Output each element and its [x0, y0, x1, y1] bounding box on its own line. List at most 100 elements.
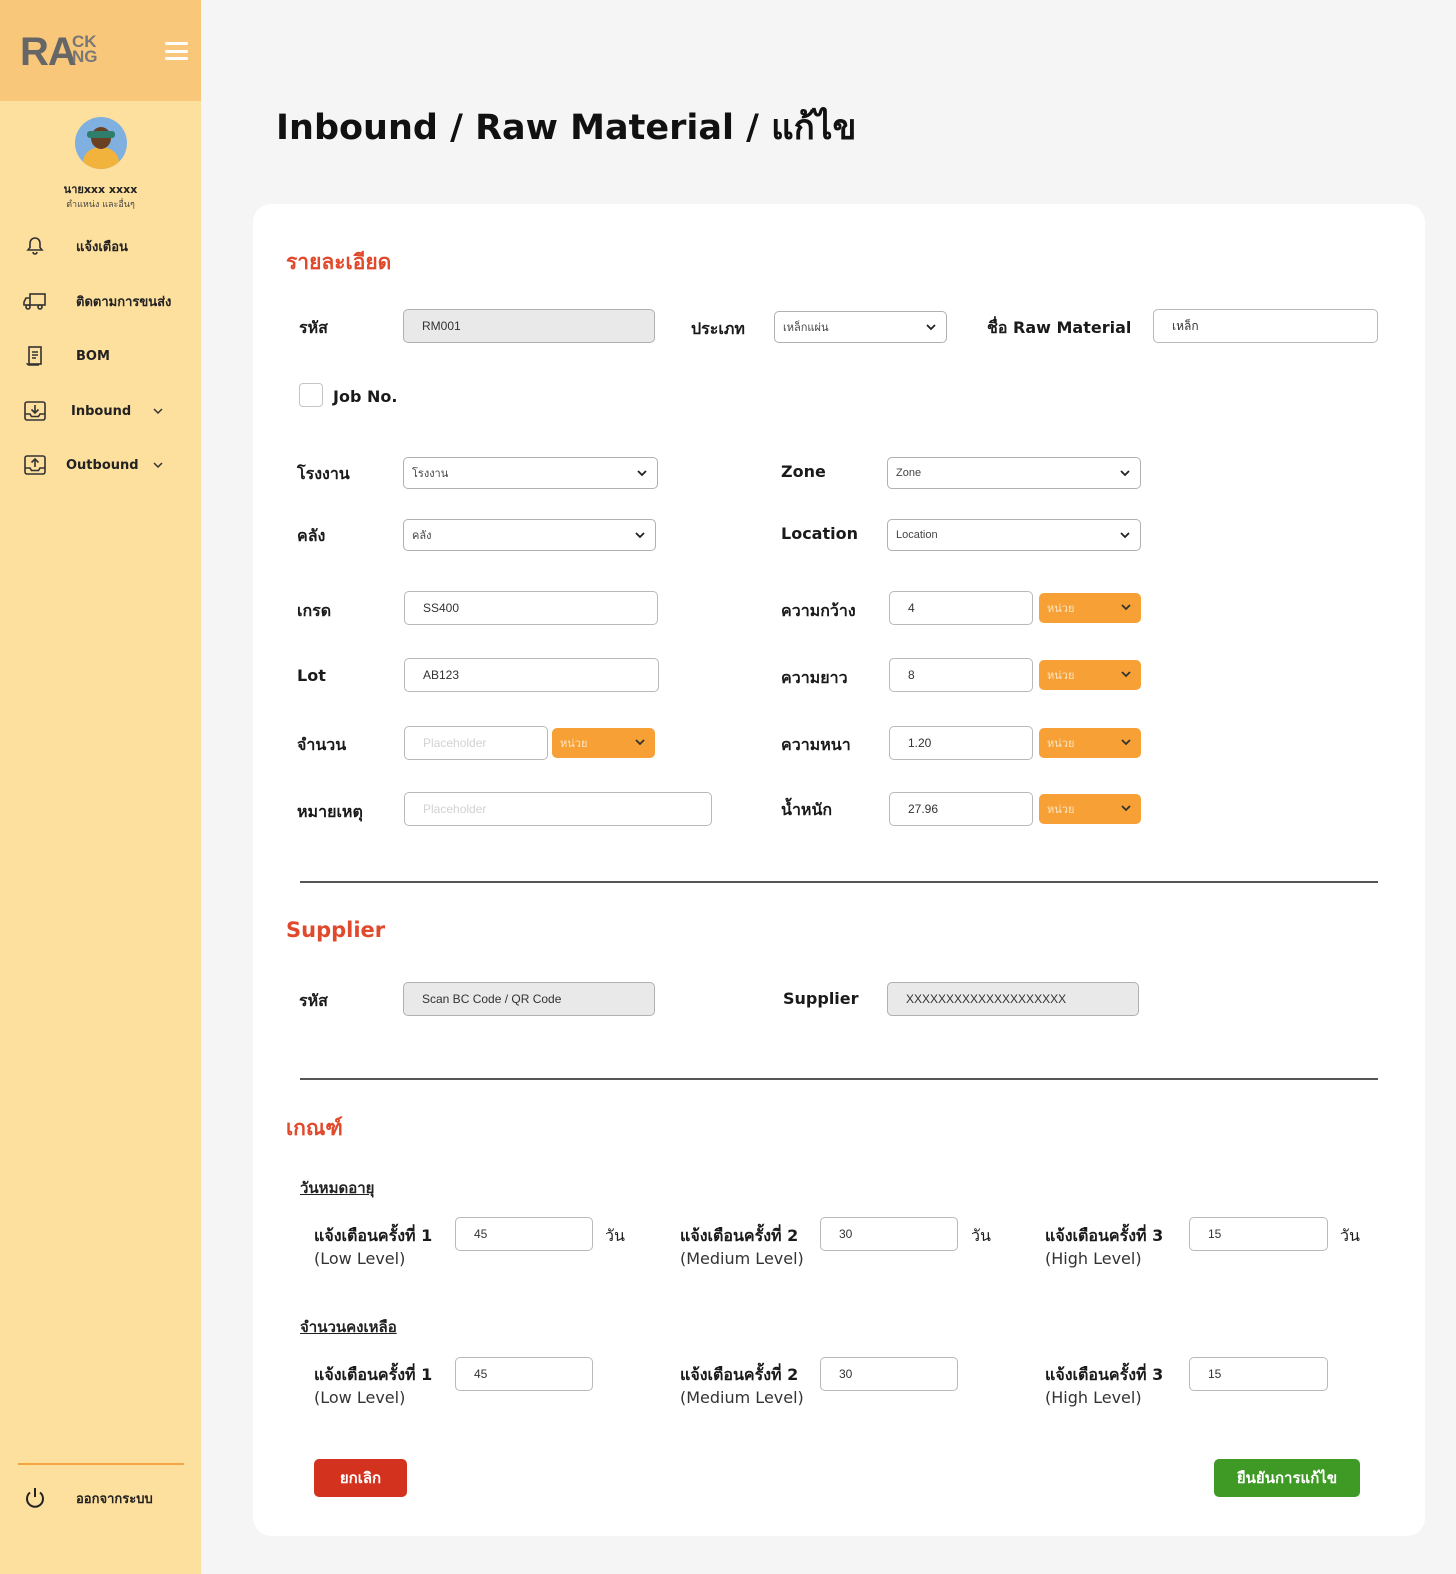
factory-select[interactable]: โรงงาน: [403, 457, 658, 489]
weight-unit-select[interactable]: หน่วย: [1039, 794, 1141, 824]
avatar[interactable]: [75, 117, 127, 169]
thickness-label: ความหนา: [781, 735, 851, 754]
remaining-alert-3-level: (High Level): [1045, 1388, 1142, 1407]
length-unit-select[interactable]: หน่วย: [1039, 660, 1141, 690]
sidebar-item-label: แจ้งเตือน: [76, 239, 128, 255]
zone-select-value: Zone: [896, 467, 922, 479]
confirm-edit-button[interactable]: ยืนยันการแก้ไข: [1214, 1459, 1360, 1497]
power-icon: [22, 1485, 48, 1511]
chevron-down-icon: [926, 324, 936, 331]
document-icon: [22, 343, 48, 369]
lot-field[interactable]: AB123: [404, 658, 659, 692]
expiry-alert-1-field[interactable]: 45: [455, 1217, 593, 1251]
location-label: Location: [781, 524, 858, 543]
form-card: [253, 204, 1425, 1536]
remaining-alert-3-label: แจ้งเตือนครั้งที่ 3: [1045, 1365, 1164, 1384]
location-select[interactable]: Location: [887, 519, 1141, 551]
type-select[interactable]: เหล็กแผ่น: [774, 311, 947, 343]
sidebar-item-inbound[interactable]: Inbound: [0, 391, 201, 431]
weight-label: น้ำหนัก: [781, 800, 833, 819]
grade-field[interactable]: SS400: [404, 591, 658, 625]
sidebar-item-label: Outbound: [66, 457, 139, 473]
chevron-down-icon: [1120, 532, 1130, 539]
sidebar-item-logout[interactable]: ออกจากระบบ: [0, 1478, 201, 1518]
expiry-alert-2-label: แจ้งเตือนครั้งที่ 2: [680, 1226, 799, 1245]
chevron-down-icon: [637, 470, 647, 477]
sidebar-item-label: BOM: [76, 348, 110, 364]
quantity-unit-select[interactable]: หน่วย: [552, 728, 655, 758]
warehouse-select[interactable]: คลัง: [403, 519, 656, 551]
expiry-alert-3-field[interactable]: 15: [1189, 1217, 1328, 1251]
sidebar-item-label: ติดตามการขนส่ง: [76, 294, 172, 310]
note-label: หมายเหตุ: [297, 802, 363, 821]
sidebar-item-bom[interactable]: BOM: [0, 336, 201, 376]
chevron-down-icon: [1120, 470, 1130, 477]
quantity-field[interactable]: Placeholder: [404, 726, 548, 760]
bell-icon: [22, 233, 48, 259]
day-unit-label: วัน: [971, 1226, 991, 1245]
length-field[interactable]: 8: [889, 658, 1033, 692]
remaining-alert-1-level: (Low Level): [314, 1388, 406, 1407]
sidebar-item-notifications[interactable]: แจ้งเตือน: [0, 226, 201, 266]
width-unit-select[interactable]: หน่วย: [1039, 593, 1141, 623]
warehouse-label: คลัง: [297, 526, 326, 545]
sidebar-item-tracking[interactable]: ติดตามการขนส่ง: [0, 281, 201, 321]
logo-bottom-text: NG: [72, 47, 98, 66]
supplier-name-field[interactable]: XXXXXXXXXXXXXXXXXXXX: [887, 982, 1139, 1016]
supplier-code-label: รหัส: [299, 991, 328, 1010]
sidebar-divider: [18, 1463, 184, 1465]
expiry-alert-2-level: (Medium Level): [680, 1249, 804, 1268]
remaining-alert-2-field[interactable]: 30: [820, 1357, 958, 1391]
code-field[interactable]: RM001: [403, 309, 655, 343]
page-title: Inbound / Raw Material / แก้ไข: [276, 108, 857, 148]
unit-select-value: หน่วย: [1047, 670, 1075, 682]
grade-label: เกรด: [297, 601, 332, 620]
chevron-down-icon: [635, 739, 645, 746]
type-label: ประเภท: [691, 319, 745, 338]
section-divider: [300, 881, 1378, 883]
zone-select[interactable]: Zone: [887, 457, 1141, 489]
menu-icon[interactable]: [165, 42, 188, 60]
weight-field[interactable]: 27.96: [889, 792, 1033, 826]
unit-select-value: หน่วย: [1047, 738, 1075, 750]
unit-select-value: หน่วย: [1047, 603, 1075, 615]
factory-label: โรงงาน: [297, 464, 350, 483]
sidebar-item-label: ออกจากระบบ: [76, 1491, 153, 1507]
cancel-button[interactable]: ยกเลิก: [314, 1459, 407, 1497]
remaining-alert-1-field[interactable]: 45: [455, 1357, 593, 1391]
unit-select-value: หน่วย: [560, 738, 588, 750]
sidebar-item-outbound[interactable]: Outbound: [0, 445, 201, 485]
unit-select-value: หน่วย: [1047, 804, 1075, 816]
criteria-section-title: เกณฑ์: [286, 1116, 343, 1140]
details-section-title: รายละเอียด: [286, 250, 392, 274]
remaining-alert-3-field[interactable]: 15: [1189, 1357, 1328, 1391]
location-select-value: Location: [896, 529, 938, 541]
job-no-checkbox[interactable]: [299, 383, 323, 407]
supplier-name-label: Supplier: [783, 989, 859, 1008]
remaining-alert-2-level: (Medium Level): [680, 1388, 804, 1407]
chevron-down-icon: [1121, 739, 1131, 746]
chevron-down-icon: [1121, 604, 1131, 611]
logo-main-text: RA: [20, 30, 77, 74]
code-label: รหัส: [299, 318, 328, 337]
section-divider: [300, 1078, 1378, 1080]
supplier-section-title: Supplier: [286, 918, 386, 942]
thickness-unit-select[interactable]: หน่วย: [1039, 728, 1141, 758]
raw-material-name-field[interactable]: เหล็ก: [1153, 309, 1378, 343]
expiry-subtitle: วันหมดอายุ: [300, 1179, 375, 1197]
chevron-down-icon: [1121, 671, 1131, 678]
app-logo[interactable]: RA CK NG: [20, 30, 98, 75]
remaining-alert-1-label: แจ้งเตือนครั้งที่ 1: [314, 1365, 433, 1384]
expiry-alert-3-label: แจ้งเตือนครั้งที่ 3: [1045, 1226, 1164, 1245]
supplier-code-field[interactable]: Scan BC Code / QR Code: [403, 982, 655, 1016]
note-field[interactable]: Placeholder: [404, 792, 712, 826]
job-no-label: Job No.: [333, 387, 398, 406]
length-label: ความยาว: [781, 668, 848, 687]
inbox-download-icon: [22, 398, 48, 424]
thickness-field[interactable]: 1.20: [889, 726, 1033, 760]
remaining-subtitle: จำนวนคงเหลือ: [300, 1318, 397, 1336]
factory-select-value: โรงงาน: [412, 468, 449, 480]
day-unit-label: วัน: [605, 1226, 625, 1245]
expiry-alert-2-field[interactable]: 30: [820, 1217, 958, 1251]
width-field[interactable]: 4: [889, 591, 1033, 625]
